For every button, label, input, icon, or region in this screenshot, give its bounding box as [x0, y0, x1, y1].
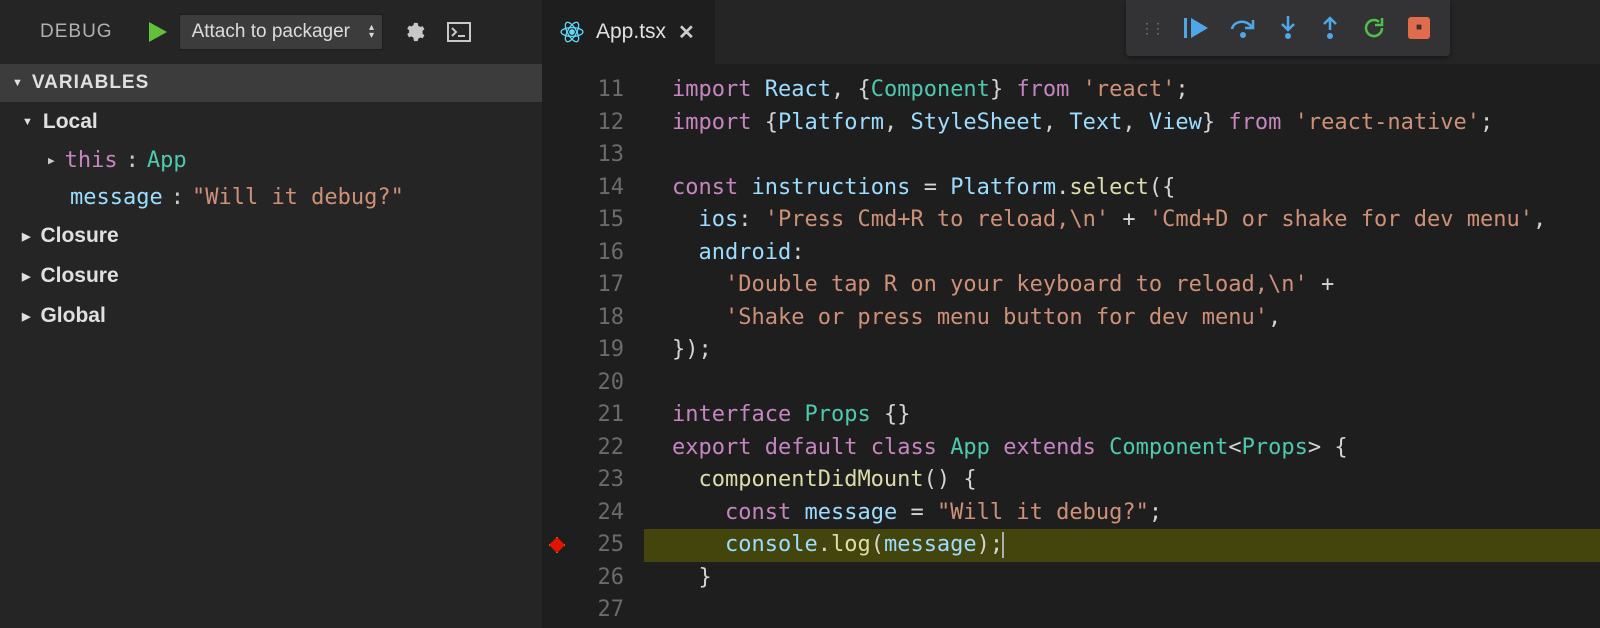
line-number: 17	[572, 269, 624, 302]
line-number: 15	[572, 204, 624, 237]
debug-header: DEBUG Attach to packager ▴▾	[0, 0, 542, 64]
chevron-right-icon: ▶	[22, 310, 30, 323]
line-number: 13	[572, 139, 624, 172]
line-number: 11	[572, 74, 624, 107]
variables-section-header[interactable]: ▼ VARIABLES	[0, 64, 542, 102]
scope-label: Closure	[40, 224, 118, 248]
chevron-down-icon: ▼	[12, 77, 24, 89]
scope-closure[interactable]: ▶ Closure	[0, 256, 542, 296]
react-icon	[560, 20, 584, 44]
line-number: 25	[572, 529, 624, 562]
line-number: 21	[572, 399, 624, 432]
step-out-button[interactable]	[1320, 16, 1340, 40]
variable-name: this	[65, 148, 118, 173]
start-debug-button[interactable]	[143, 22, 173, 42]
debug-toolbar[interactable]: ⋮⋮	[1126, 0, 1450, 56]
code-line[interactable]: android:	[672, 237, 1600, 270]
debug-console-button[interactable]	[439, 18, 479, 46]
chevron-down-icon: ▼	[22, 116, 33, 128]
code-line[interactable]: const message = "Will it debug?";	[672, 497, 1600, 530]
line-number: 24	[572, 497, 624, 530]
code-line[interactable]	[672, 594, 1600, 627]
play-icon	[149, 22, 167, 42]
line-number: 20	[572, 367, 624, 400]
code-line[interactable]: import React, {Component} from 'react';	[672, 74, 1600, 107]
line-number: 12	[572, 107, 624, 140]
variables-section-label: VARIABLES	[32, 72, 149, 94]
continue-icon	[1184, 18, 1208, 38]
debug-console-icon	[447, 22, 471, 42]
line-number: 26	[572, 562, 624, 595]
code-editor[interactable]: 1112131415161718192021222324252627 impor…	[542, 64, 1600, 628]
line-number: 19	[572, 334, 624, 367]
variable-name: message	[70, 185, 163, 210]
debug-header-label: DEBUG	[40, 21, 113, 43]
code-line[interactable]: interface Props {}	[672, 399, 1600, 432]
scope-label: Global	[40, 304, 105, 328]
debug-sidebar: DEBUG Attach to packager ▴▾ ▼ VARIABLES …	[0, 0, 542, 628]
code-line[interactable]: ios: 'Press Cmd+R to reload,\n' + 'Cmd+D…	[672, 204, 1600, 237]
code-content[interactable]: import React, {Component} from 'react';i…	[644, 64, 1600, 628]
step-into-button[interactable]	[1278, 16, 1298, 40]
code-line[interactable]: console.log(message);	[672, 529, 1600, 562]
step-into-icon	[1278, 16, 1298, 40]
line-number: 14	[572, 172, 624, 205]
stop-icon	[1408, 17, 1430, 39]
code-line[interactable]: const instructions = Platform.select({	[672, 172, 1600, 205]
editor-tab[interactable]: App.tsx ✕	[542, 0, 715, 64]
text-cursor	[1002, 532, 1004, 558]
code-line[interactable]: }	[672, 562, 1600, 595]
code-line[interactable]	[672, 367, 1600, 400]
breakpoint-gutter[interactable]	[542, 64, 572, 628]
step-over-button[interactable]	[1230, 17, 1256, 39]
scope-global[interactable]: ▶ Global	[0, 296, 542, 336]
grip-icon[interactable]: ⋮⋮	[1140, 20, 1162, 37]
line-number: 23	[572, 464, 624, 497]
caret-updown-icon: ▴▾	[369, 24, 374, 40]
continue-button[interactable]	[1184, 18, 1208, 38]
chevron-right-icon: ▶	[22, 270, 30, 283]
line-number: 18	[572, 302, 624, 335]
code-line[interactable]: import {Platform, StyleSheet, Text, View…	[672, 107, 1600, 140]
variable-row[interactable]: message: "Will it debug?"	[0, 179, 542, 216]
line-number-gutter: 1112131415161718192021222324252627	[572, 64, 644, 628]
variable-value: "Will it debug?"	[192, 185, 404, 210]
step-over-icon	[1230, 17, 1256, 39]
code-line[interactable]: });	[672, 334, 1600, 367]
step-out-icon	[1320, 16, 1340, 40]
code-line[interactable]: 'Double tap R on your keyboard to reload…	[672, 269, 1600, 302]
debug-settings-button[interactable]	[395, 17, 433, 47]
scope-closure[interactable]: ▶ Closure	[0, 216, 542, 256]
tab-filename: App.tsx	[596, 20, 666, 44]
line-number: 16	[572, 237, 624, 270]
chevron-right-icon: ▶	[48, 154, 55, 167]
line-number: 22	[572, 432, 624, 465]
code-line[interactable]	[672, 139, 1600, 172]
stop-button[interactable]	[1408, 17, 1430, 39]
restart-button[interactable]	[1362, 16, 1386, 40]
variable-value: App	[147, 148, 187, 173]
scope-local[interactable]: ▼ Local	[0, 102, 542, 142]
scope-label: Closure	[40, 264, 118, 288]
chevron-right-icon: ▶	[22, 230, 30, 243]
variable-row[interactable]: ▶ this: App	[0, 142, 542, 179]
code-line[interactable]: componentDidMount() {	[672, 464, 1600, 497]
restart-icon	[1362, 16, 1386, 40]
scope-label: Local	[43, 110, 98, 134]
editor-pane: App.tsx ✕ ⋮⋮ 111213141516171819202122232…	[542, 0, 1600, 628]
debug-config-select[interactable]: Attach to packager ▴▾	[179, 14, 383, 50]
close-tab-button[interactable]: ✕	[678, 20, 695, 45]
line-number: 27	[572, 594, 624, 627]
breakpoint-marker[interactable]	[549, 537, 565, 553]
code-line[interactable]: 'Shake or press menu button for dev menu…	[672, 302, 1600, 335]
debug-config-label: Attach to packager	[192, 21, 350, 43]
gear-icon	[403, 21, 425, 43]
code-line[interactable]: export default class App extends Compone…	[672, 432, 1600, 465]
